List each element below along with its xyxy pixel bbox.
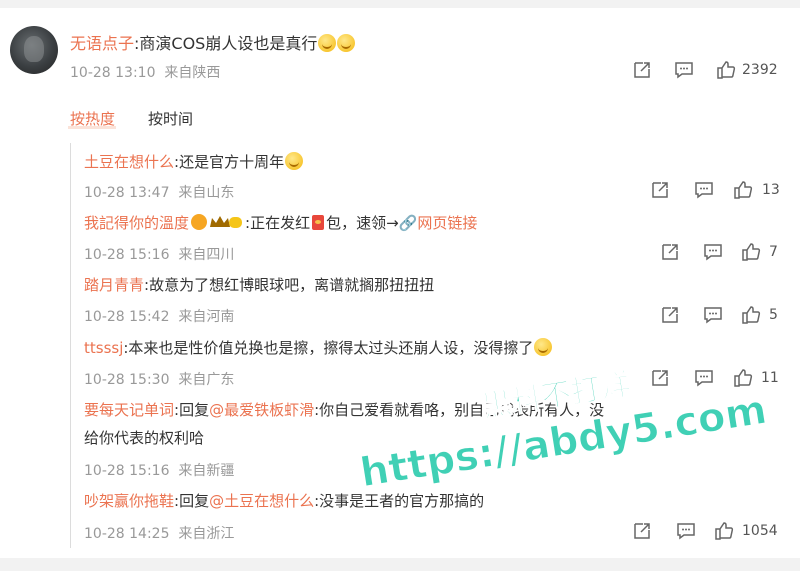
reply-mention[interactable]: @土豆在想什么 <box>209 492 314 510</box>
reply-meta: 10-28 13:47 来自山东 <box>84 182 234 202</box>
comment-icon[interactable] <box>676 521 696 541</box>
reply-line: 要每天记单词:回复@最爱铁板虾滑:你自己爱看就看咯，别自己代表所有人，没 <box>84 399 604 420</box>
like-icon[interactable] <box>733 368 753 388</box>
emoji-icon <box>318 34 337 52</box>
reply-text: :你自己爱看就看咯，别自己代表所有人，没 <box>314 401 605 419</box>
reply-meta: 10-28 15:16 来自四川 <box>84 244 234 264</box>
reply-thread-divider <box>70 143 71 548</box>
reply-time: 10-28 15:42 <box>84 309 170 325</box>
reply-location: 来自浙江 <box>178 526 235 542</box>
comment-icon[interactable] <box>694 368 714 388</box>
reply-time: 10-28 15:16 <box>84 247 170 263</box>
like-icon[interactable] <box>714 521 734 541</box>
reply-text: :没事是王者的官方那搞的 <box>314 492 485 510</box>
reply-line: 土豆在想什么:还是官方十周年 <box>84 151 304 172</box>
main-comment-likes: 2392 <box>742 62 778 78</box>
reply-meta: 10-28 15:30 来自广东 <box>84 369 234 389</box>
reply-username[interactable]: 要每天记单词 <box>84 401 174 419</box>
reply-likes: 1054 <box>742 523 778 539</box>
comment-icon[interactable] <box>694 180 714 200</box>
tab-sort-time[interactable]: 按时间 <box>148 108 193 129</box>
share-icon[interactable] <box>632 60 652 80</box>
reply-mention[interactable]: @最爱铁板虾滑 <box>209 401 314 419</box>
reply-line: 吵架赢你拖鞋:回复@土豆在想什么:没事是王者的官方那搞的 <box>84 490 484 511</box>
emoji-icon <box>285 152 304 170</box>
like-icon[interactable] <box>733 180 753 200</box>
reply-line: ttsssj:本来也是性价值兑换也是擦，擦得太过头还崩人设，没得擦了 <box>84 337 553 358</box>
reply-meta: 10-28 15:16 来自新疆 <box>84 460 234 480</box>
avatar[interactable] <box>10 26 58 74</box>
verified-badge-icon <box>191 214 208 230</box>
reply-likes: 7 <box>769 244 778 260</box>
reply-time: 10-28 13:47 <box>84 185 170 201</box>
reply-text-line2: 给你代表的权利哈 <box>84 429 205 447</box>
reply-username[interactable]: 土豆在想什么 <box>84 153 174 171</box>
reply-location: 来自新疆 <box>178 463 235 479</box>
comment-icon[interactable] <box>674 60 694 80</box>
reply-text: :故意为了想红博眼球吧，离谱就搁那扭扭扭 <box>144 276 435 294</box>
like-icon[interactable] <box>741 242 761 262</box>
share-icon[interactable] <box>650 180 670 200</box>
main-comment-text: :商演COS崩人设也是真行 <box>134 34 318 53</box>
reply-line: 我記得你的溫度 :正在发红 包，速领→🔗网页链接 <box>84 212 477 233</box>
reply-likes: 13 <box>762 182 780 198</box>
reply-line: 踏月青青:故意为了想红博眼球吧，离谱就搁那扭扭扭 <box>84 274 434 295</box>
reply-time: 10-28 15:16 <box>84 463 170 479</box>
reply-text: :本来也是性价值兑换也是擦，擦得太过头还崩人设，没得擦了 <box>123 339 534 357</box>
share-icon[interactable] <box>650 368 670 388</box>
reply-username[interactable]: ttsssj <box>84 339 123 357</box>
reply-meta: 10-28 14:25 来自浙江 <box>84 523 234 543</box>
reply-location: 来自河南 <box>178 309 235 325</box>
red-packet-icon <box>312 215 325 230</box>
vip-crown-icon <box>210 216 243 228</box>
reply-text: :正在发红 <box>245 214 311 232</box>
reply-meta: 10-28 15:42 来自河南 <box>84 306 234 326</box>
comment-icon[interactable] <box>703 242 723 262</box>
reply-location: 来自四川 <box>178 247 235 263</box>
comment-icon[interactable] <box>703 305 723 325</box>
reply-likes: 11 <box>761 370 779 386</box>
emoji-icon <box>534 338 553 356</box>
reply-username[interactable]: 踏月青青 <box>84 276 144 294</box>
like-icon[interactable] <box>741 305 761 325</box>
like-icon[interactable] <box>716 60 736 80</box>
main-comment-location: 来自陕西 <box>164 65 221 81</box>
main-comment-time: 10-28 13:10 <box>70 65 156 81</box>
reply-prefix: :回复 <box>174 492 210 510</box>
share-icon[interactable] <box>632 521 652 541</box>
reply-username[interactable]: 吵架赢你拖鞋 <box>84 492 174 510</box>
reply-location: 来自山东 <box>178 185 235 201</box>
reply-time: 10-28 15:30 <box>84 372 170 388</box>
web-link[interactable]: 网页链接 <box>417 214 477 232</box>
share-icon[interactable] <box>660 305 680 325</box>
reply-likes: 5 <box>769 307 778 323</box>
reply-text: :还是官方十周年 <box>174 153 285 171</box>
main-comment-meta: 10-28 13:10 来自陕西 <box>70 62 220 82</box>
reply-text-continued: 包，速领→ <box>326 214 399 232</box>
reply-username[interactable]: 我記得你的溫度 <box>84 214 189 232</box>
reply-location: 来自广东 <box>178 372 235 388</box>
link-icon: 🔗 <box>398 214 418 232</box>
main-comment-line: 无语点子:商演COS崩人设也是真行 <box>70 30 356 54</box>
reply-time: 10-28 14:25 <box>84 526 170 542</box>
main-comment-username[interactable]: 无语点子 <box>70 34 134 53</box>
reply-prefix: :回复 <box>174 401 210 419</box>
emoji-icon <box>337 34 356 52</box>
tab-sort-hot[interactable]: 按热度 <box>70 108 115 129</box>
share-icon[interactable] <box>660 242 680 262</box>
